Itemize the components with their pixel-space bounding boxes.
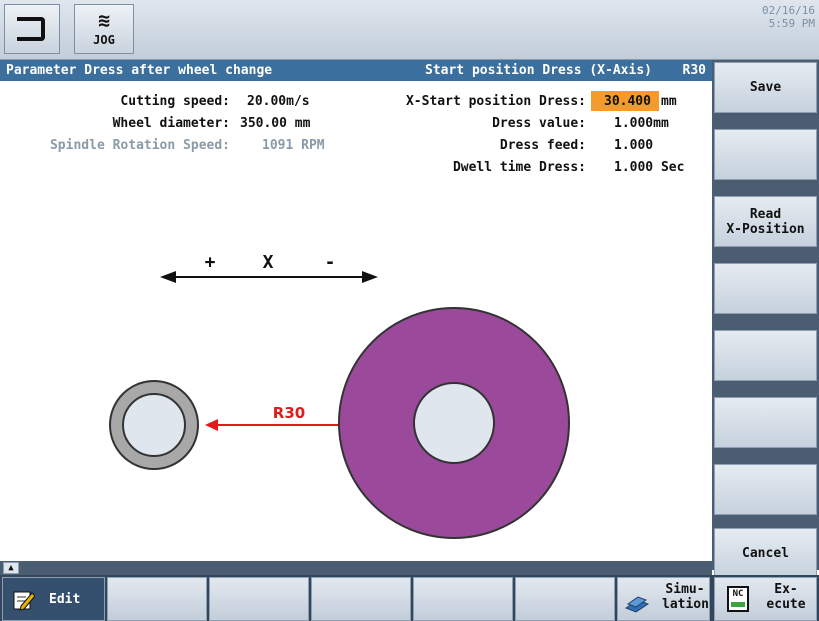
machine-bracket-icon bbox=[17, 17, 45, 41]
axis-plus: + bbox=[205, 252, 216, 273]
simulation-icon bbox=[624, 596, 650, 613]
top-status-bar: ≋ JOG 02/16/16 5:59 PM bbox=[0, 0, 819, 60]
datetime: 02/16/16 5:59 PM bbox=[762, 4, 815, 30]
save-button[interactable]: Save bbox=[714, 62, 817, 113]
machine-area-button[interactable] bbox=[4, 4, 60, 54]
read-x-position-button[interactable]: Read X-Position bbox=[714, 196, 817, 247]
dresser-ring bbox=[109, 380, 199, 470]
axis-minus: - bbox=[325, 252, 336, 273]
simulation-label: Simu-lation bbox=[662, 582, 709, 612]
date-text: 02/16/16 bbox=[762, 4, 815, 17]
read-x-line1: Read bbox=[749, 206, 782, 222]
cancel-button[interactable]: Cancel bbox=[714, 528, 817, 579]
softkey-h4-button[interactable] bbox=[311, 577, 411, 621]
execute-button[interactable]: NC Ex-ecute bbox=[714, 577, 817, 621]
softkey-v6-button[interactable] bbox=[714, 397, 817, 448]
softkey-h3-button[interactable] bbox=[209, 577, 309, 621]
softkey-h2-button[interactable] bbox=[107, 577, 207, 621]
softkey-h6-button[interactable] bbox=[515, 577, 615, 621]
scroll-up-icon[interactable]: ▲ bbox=[3, 562, 19, 574]
dialog-header: Parameter Dress after wheel change Start… bbox=[0, 60, 712, 81]
simulation-button[interactable]: Simu-lation bbox=[617, 577, 710, 621]
content-area: Cutting speed: 20.00m/s Wheel diameter: … bbox=[0, 81, 712, 561]
status-strip bbox=[0, 561, 712, 575]
edit-button[interactable]: Edit bbox=[2, 577, 105, 621]
softkey-h5-button[interactable] bbox=[413, 577, 513, 621]
dialog-program-id: R30 bbox=[682, 63, 706, 78]
grinding-wheel bbox=[338, 307, 570, 539]
softkey-v7-button[interactable] bbox=[714, 464, 817, 515]
edit-pencil-icon bbox=[13, 591, 35, 611]
execute-label: Ex-ecute bbox=[766, 582, 806, 612]
softkey-v2-button[interactable] bbox=[714, 129, 817, 180]
nc-execute-icon: NC bbox=[727, 586, 749, 612]
read-x-line2: X-Position bbox=[726, 221, 805, 237]
softkey-v4-button[interactable] bbox=[714, 263, 817, 314]
jog-mode-button[interactable]: ≋ JOG bbox=[74, 4, 134, 54]
jog-wave-icon: ≋ bbox=[97, 8, 111, 32]
nc-icon-text: NC bbox=[732, 589, 744, 599]
time-text: 5:59 PM bbox=[768, 17, 815, 30]
edit-label: Edit bbox=[49, 592, 81, 607]
r30-label: R30 bbox=[273, 404, 305, 422]
dress-diagram: + X - R30 bbox=[109, 252, 570, 539]
axis-x-label: X bbox=[263, 252, 274, 273]
jog-label: JOG bbox=[93, 33, 115, 47]
dialog-subtitle: Start position Dress (X-Axis) bbox=[425, 63, 652, 78]
softkey-v5-button[interactable] bbox=[714, 330, 817, 381]
dialog-title: Parameter Dress after wheel change bbox=[6, 63, 273, 78]
